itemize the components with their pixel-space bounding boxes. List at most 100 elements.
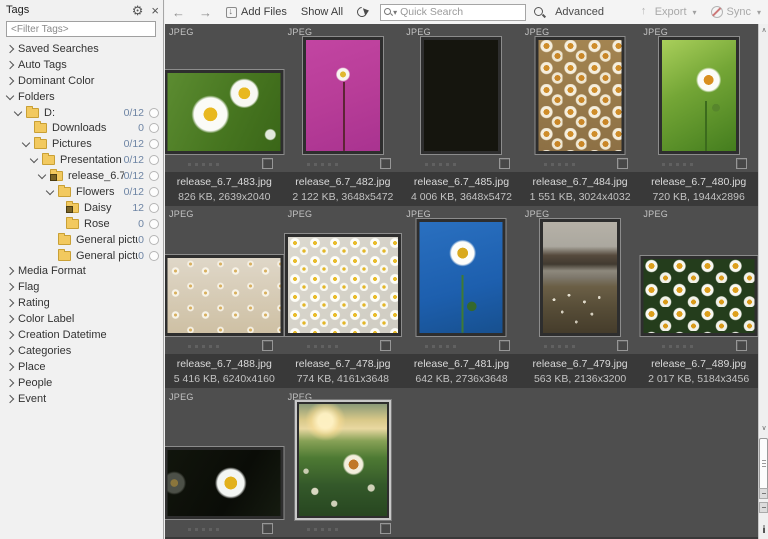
select-checkbox[interactable] — [499, 158, 510, 169]
rating-dots[interactable] — [425, 345, 456, 348]
tree-row[interactable]: Categories — [0, 343, 163, 359]
chevron-icon[interactable] — [6, 267, 14, 275]
tree-row[interactable]: Saved Searches — [0, 41, 163, 57]
select-checkbox[interactable] — [380, 340, 391, 351]
panel-collapse-button-2[interactable] — [759, 502, 768, 513]
select-checkbox[interactable] — [262, 523, 273, 534]
forward-button[interactable]: → — [192, 1, 219, 23]
select-checkbox[interactable] — [736, 340, 747, 351]
thumbnail-image[interactable] — [543, 222, 617, 333]
chevron-icon[interactable] — [6, 61, 14, 69]
chevron-icon[interactable] — [6, 91, 14, 99]
tree-row[interactable]: Flowers 0/12 — [0, 184, 163, 200]
tree-radio[interactable] — [149, 235, 159, 245]
chevron-icon[interactable] — [22, 139, 30, 147]
thumbnail-cell[interactable]: JPEG — [284, 389, 403, 537]
rating-dots[interactable] — [662, 345, 693, 348]
tree-row[interactable]: General pictures 2 0 — [0, 248, 163, 264]
scroll-up-icon[interactable]: ∧ — [760, 26, 768, 34]
filter-tags-input[interactable] — [6, 21, 156, 37]
vertical-scrollbar[interactable]: ∧ ∨ i — [758, 24, 768, 539]
tree-radio[interactable] — [149, 123, 159, 133]
run-search-icon[interactable] — [534, 7, 545, 18]
select-checkbox[interactable] — [617, 158, 628, 169]
advanced-search-button[interactable]: Advanced — [551, 6, 608, 18]
thumbnail-frame[interactable] — [420, 36, 502, 155]
quick-search-input[interactable] — [400, 6, 522, 18]
tree-radio[interactable] — [149, 171, 159, 181]
thumbnail-cell[interactable]: JPEG — [639, 24, 758, 172]
refresh-button[interactable] — [350, 1, 374, 23]
thumbnail-cell[interactable]: JPEG — [639, 206, 758, 354]
scrollbar-thumb[interactable] — [759, 438, 768, 494]
tree-row[interactable]: Rose 0 — [0, 216, 163, 232]
thumbnail-frame[interactable] — [165, 446, 285, 520]
thumbnail-frame[interactable] — [284, 233, 402, 337]
tree-row[interactable]: Media Format — [0, 263, 163, 279]
rating-dots[interactable] — [307, 528, 338, 531]
thumbnail-frame[interactable] — [295, 400, 391, 520]
tree-radio[interactable] — [149, 203, 159, 213]
thumbnail-frame[interactable] — [535, 36, 626, 155]
thumbnail-frame[interactable] — [165, 69, 285, 155]
thumbnail-cell[interactable]: JPEG — [165, 389, 284, 537]
gear-icon[interactable]: ⚙ — [132, 4, 144, 17]
chevron-icon[interactable] — [14, 107, 22, 115]
chevron-icon[interactable] — [6, 363, 14, 371]
thumbnail-frame[interactable] — [539, 218, 621, 337]
tree-row[interactable]: Presentation 0/12 — [0, 152, 163, 168]
sync-caret-icon[interactable]: ▾ — [757, 8, 761, 17]
select-checkbox[interactable] — [736, 158, 747, 169]
thumbnail-image[interactable] — [299, 404, 387, 516]
thumbnail-frame[interactable] — [165, 254, 285, 337]
export-caret-icon[interactable]: ▾ — [693, 8, 697, 17]
thumbnail-image[interactable] — [539, 40, 622, 151]
thumbnail-cell[interactable]: JPEG — [284, 206, 403, 354]
rating-dots[interactable] — [307, 345, 338, 348]
tree-row[interactable]: Daisy 12 — [0, 200, 163, 216]
tree-radio[interactable] — [149, 187, 159, 197]
chevron-icon[interactable] — [30, 155, 38, 163]
thumbnail-image[interactable] — [288, 237, 398, 333]
thumbnail-image[interactable] — [168, 73, 281, 151]
rating-dots[interactable] — [188, 528, 219, 531]
chevron-icon[interactable] — [6, 45, 14, 53]
tree-row[interactable]: Auto Tags — [0, 57, 163, 73]
select-checkbox[interactable] — [262, 158, 273, 169]
thumbnail-image[interactable] — [662, 40, 736, 151]
thumbnail-frame[interactable] — [302, 36, 384, 155]
tree-row[interactable]: Flag — [0, 279, 163, 295]
chevron-icon[interactable] — [6, 76, 14, 84]
thumbnail-image[interactable] — [643, 259, 754, 333]
tree-row[interactable]: People — [0, 375, 163, 391]
sync-button[interactable]: Sync ▾ — [704, 1, 768, 23]
tree-row[interactable]: Rating — [0, 295, 163, 311]
tree-row[interactable]: Folders — [0, 89, 163, 105]
select-checkbox[interactable] — [499, 340, 510, 351]
thumbnail-frame[interactable] — [658, 36, 740, 155]
tree-row[interactable]: Creation Datetime — [0, 327, 163, 343]
tree-row[interactable]: Place — [0, 359, 163, 375]
panel-collapse-button[interactable] — [759, 488, 768, 499]
add-files-button[interactable]: Add Files — [219, 1, 294, 23]
select-checkbox[interactable] — [617, 340, 628, 351]
tree-row[interactable]: Event — [0, 391, 163, 407]
select-checkbox[interactable] — [380, 523, 391, 534]
thumbnail-image[interactable] — [420, 222, 503, 333]
show-all-button[interactable]: Show All — [294, 1, 350, 23]
chevron-icon[interactable] — [6, 299, 14, 307]
rating-dots[interactable] — [544, 345, 575, 348]
rating-dots[interactable] — [307, 163, 338, 166]
rating-dots[interactable] — [188, 163, 219, 166]
tree-row[interactable]: D: 0/12 — [0, 105, 163, 121]
thumbnail-cell[interactable]: JPEG — [402, 206, 521, 354]
chevron-icon[interactable] — [6, 347, 14, 355]
rating-dots[interactable] — [662, 163, 693, 166]
rating-dots[interactable] — [544, 163, 575, 166]
tree-radio[interactable] — [149, 251, 159, 261]
tree-row[interactable]: release_6.7 0/12 — [0, 168, 163, 184]
select-checkbox[interactable] — [262, 340, 273, 351]
thumbnail-frame[interactable] — [416, 218, 507, 337]
tree-radio[interactable] — [149, 155, 159, 165]
chevron-icon[interactable] — [6, 394, 14, 402]
